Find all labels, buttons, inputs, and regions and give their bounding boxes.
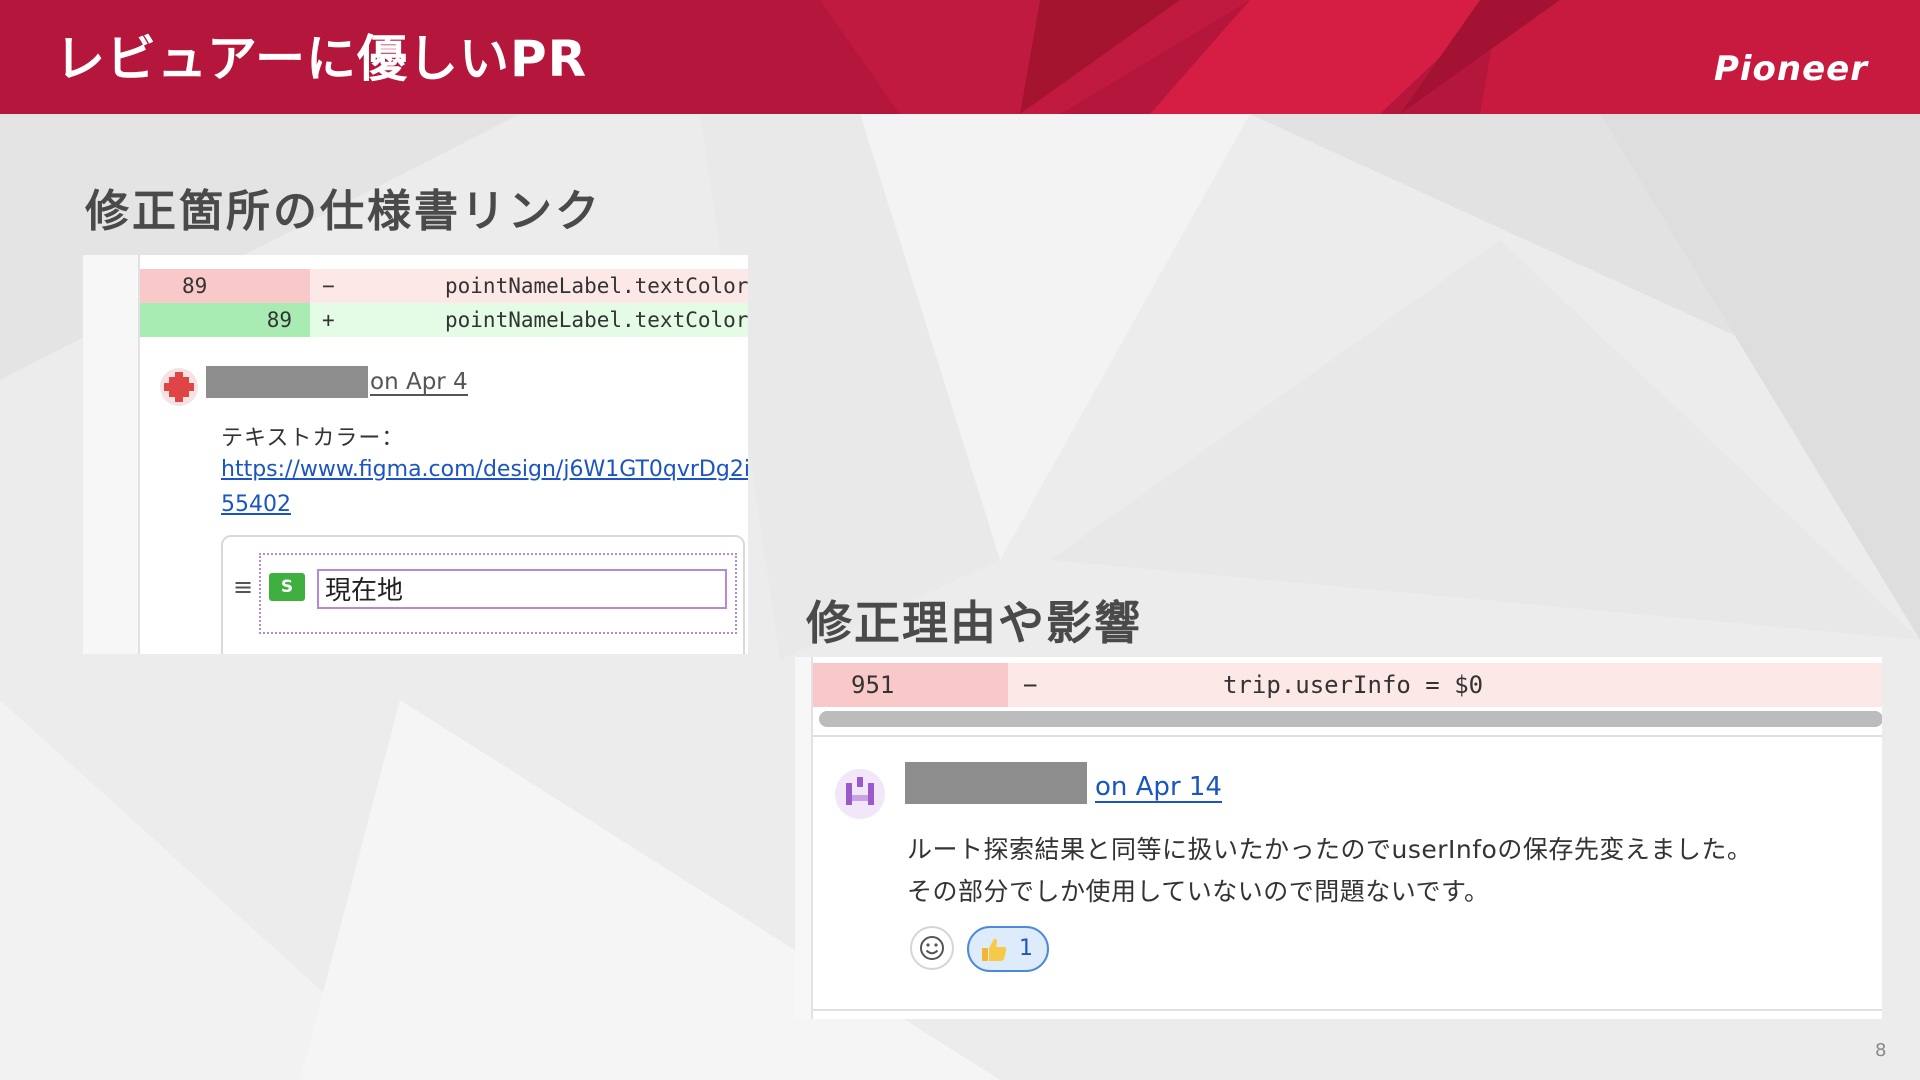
add-reaction-button[interactable] xyxy=(910,926,954,970)
diff-deleted-row: 89 − pointNameLabel.textColor xyxy=(140,269,748,303)
comment-text-line-2: その部分でしか使用していないので問題ないです。 xyxy=(907,877,1490,906)
thumbs-up-reaction[interactable]: 1 xyxy=(967,926,1049,972)
horizontal-scrollbar[interactable] xyxy=(819,711,1882,727)
drag-handle-icon[interactable]: ≡ xyxy=(233,573,253,601)
diff-added-row: 89 + pointNameLabel.textColor xyxy=(140,303,748,337)
thumbs-up-icon xyxy=(982,938,1007,961)
smiley-icon xyxy=(920,936,944,960)
comment-label: テキストカラー： xyxy=(221,426,405,451)
diff-gutter xyxy=(83,255,140,654)
new-line-number: 89 xyxy=(140,303,310,337)
old-line-number: 951 xyxy=(813,663,1008,707)
redacted-username xyxy=(905,762,1087,804)
diff-gutter xyxy=(795,657,813,1019)
reason-screenshot: 951 − trip.userInfo = $0 on Apr 14 ルート探索… xyxy=(795,657,1882,1019)
page-number: 8 xyxy=(1875,1040,1887,1061)
section-title-spec-link: 修正箇所の仕様書リンク xyxy=(85,186,602,237)
added-code: pointNameLabel.textColor xyxy=(445,308,748,332)
pioneer-logo: Pioneer xyxy=(1713,49,1868,89)
diff-sign-minus: − xyxy=(1023,671,1038,699)
comment-date-link[interactable]: on Apr 14 xyxy=(1095,773,1222,804)
string-badge: S xyxy=(269,573,305,601)
divider xyxy=(813,735,1882,737)
spec-link-screenshot: 89 − pointNameLabel.textColor 89 + point… xyxy=(83,255,748,654)
comment-date-link[interactable]: on Apr 4 xyxy=(370,370,468,397)
figma-link-continued[interactable]: 55402 xyxy=(221,492,291,517)
deleted-code: trip.userInfo = $0 xyxy=(1223,671,1484,699)
deleted-code: pointNameLabel.textColor xyxy=(445,274,748,298)
figma-preview-card: ≡ S 現在地 xyxy=(221,535,745,654)
avatar[interactable] xyxy=(160,368,198,406)
figma-link[interactable]: https://www.figma.com/design/j6W1GT0qvrD… xyxy=(221,457,748,482)
diff-sign-minus: − xyxy=(322,274,335,298)
text-value-field[interactable]: 現在地 xyxy=(317,569,727,609)
old-line-number: 89 xyxy=(140,269,310,303)
diff-deleted-row: 951 − trip.userInfo = $0 xyxy=(813,663,1882,707)
header-bar: レビュアーに優しいPR Pioneer xyxy=(0,0,1920,114)
section-title-reason: 修正理由や影響 xyxy=(806,596,1142,650)
reaction-count: 1 xyxy=(1019,936,1033,961)
comment-text-line-1: ルート探索結果と同等に扱いたかったのでuserInfoの保存先変えました。 xyxy=(907,835,1753,864)
avatar[interactable] xyxy=(835,769,885,819)
redacted-username xyxy=(206,366,368,398)
page-title: レビュアーに優しいPR xyxy=(55,30,588,88)
divider xyxy=(813,1009,1882,1011)
diff-sign-plus: + xyxy=(322,308,335,332)
